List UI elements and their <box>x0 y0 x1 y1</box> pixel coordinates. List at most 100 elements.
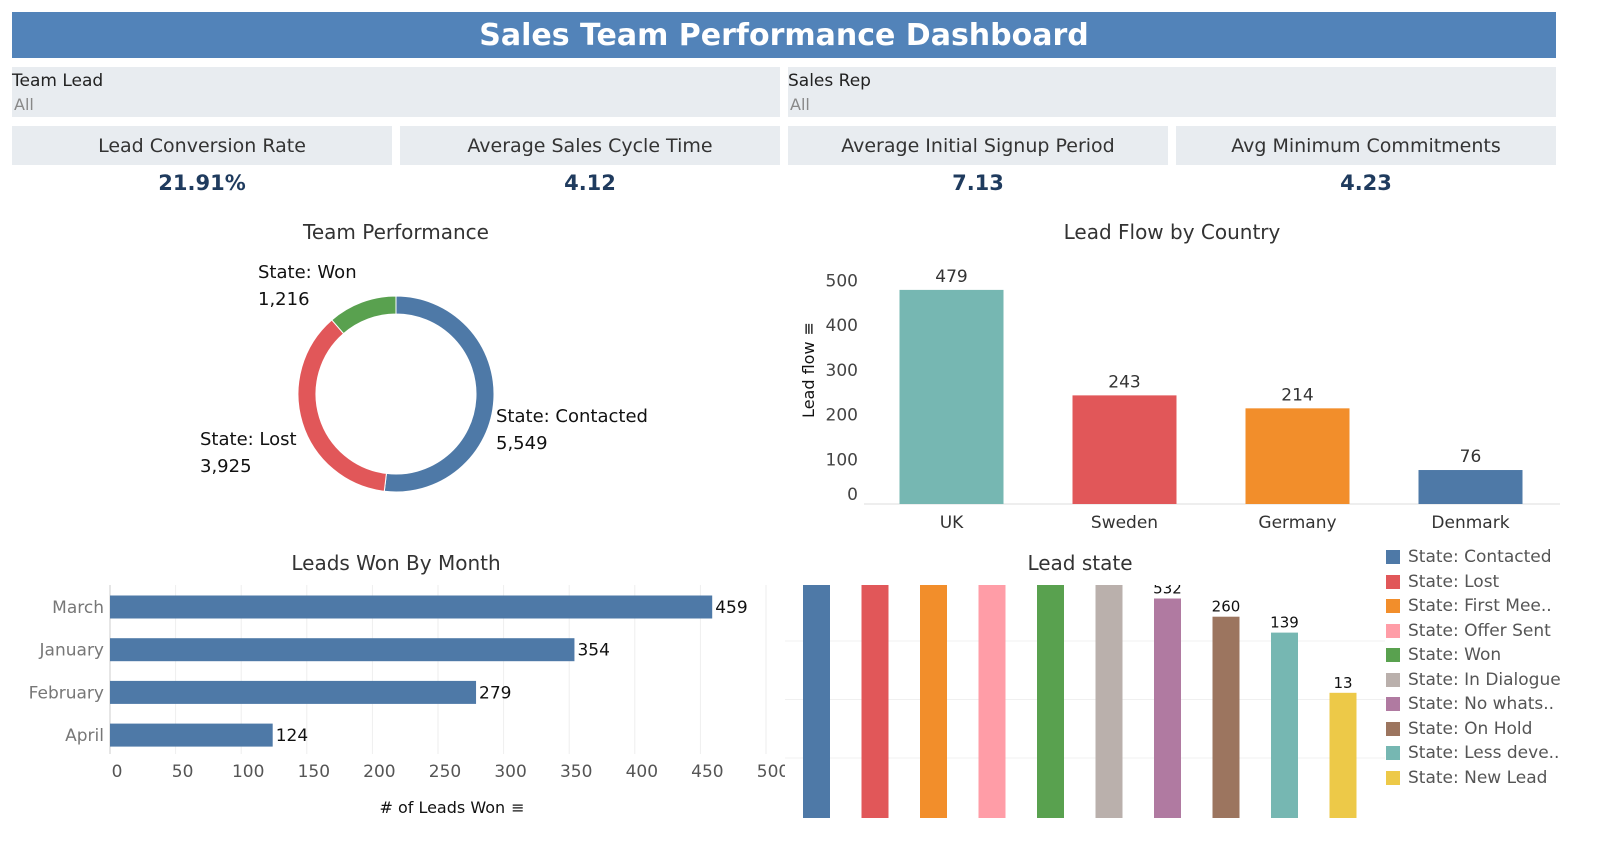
legend-item[interactable]: State: Contacted <box>1386 545 1601 570</box>
leads-won-chart: 0 50 100 150 200 250 300 350 400 450 500 459 March 35… <box>29 585 785 817</box>
kpi-label-sales-cycle: Average Sales Cycle Time <box>400 126 780 165</box>
y-tick-label: 400 <box>826 316 858 336</box>
bar-value-label: 76 <box>1460 447 1482 467</box>
legend-item[interactable]: State: Less deve.. <box>1386 741 1601 766</box>
legend-item[interactable]: State: Lost <box>1386 570 1601 595</box>
legend-swatch <box>1386 697 1400 712</box>
legend-label: State: First Mee.. <box>1408 596 1552 617</box>
legend-item[interactable]: State: Won <box>1386 643 1601 668</box>
legend-item[interactable]: State: In Dialogue <box>1386 668 1601 693</box>
lead-flow-title: Lead Flow by Country <box>1063 220 1281 244</box>
bar-value-label: 13 <box>1333 674 1352 692</box>
legend-swatch <box>1386 648 1400 663</box>
x-tick-label: 400 <box>626 762 658 782</box>
team-performance-title: Team Performance <box>303 220 489 244</box>
bar-february <box>110 680 477 704</box>
lead-flow-chart: 0 100 200 300 400 500 Lead flow≡ 479 UK 243 Sweden… <box>799 267 1560 533</box>
x-tick-label: 0 <box>112 762 123 782</box>
bar-value-label: 124 <box>276 726 308 746</box>
donut-label-state-won: State: Won <box>258 262 357 283</box>
bar-state-won <box>1037 585 1064 818</box>
team-lead-filter[interactable]: Team Lead All <box>12 67 780 117</box>
lead-state-chart: 5,5493,9251,5631,4021,2161,0125322601391… <box>785 585 1385 818</box>
y-tick-label: January <box>39 641 104 661</box>
y-tick-label: April <box>65 726 104 746</box>
bar-state-contacted <box>803 585 830 818</box>
legend-swatch <box>1386 672 1400 687</box>
y-tick-label: 500 <box>826 272 858 292</box>
legend-swatch <box>1386 599 1400 614</box>
donut-label-state-contacted: State: Contacted <box>496 406 648 427</box>
donut-value-state-lost: 3,925 <box>200 456 252 477</box>
legend-item[interactable]: State: New Lead <box>1386 766 1601 791</box>
bar-state-on-hold <box>1212 616 1240 818</box>
bar-value-label: 532 <box>1153 585 1182 598</box>
lead-state-title: Lead state <box>1027 551 1133 575</box>
bar-uk <box>899 289 1004 504</box>
x-tick-label: Denmark <box>1431 513 1509 533</box>
donut-slice-state-won <box>331 295 397 335</box>
legend-item[interactable]: State: Offer Sent <box>1386 619 1601 644</box>
legend-swatch <box>1386 746 1400 761</box>
x-tick-label: 100 <box>232 762 264 782</box>
y-tick-label: 0 <box>847 485 858 505</box>
x-tick-label: 150 <box>298 762 330 782</box>
legend-label: State: Won <box>1408 645 1502 666</box>
bar-state-offer-sent <box>978 585 1006 818</box>
legend-item[interactable]: State: First Mee.. <box>1386 594 1601 619</box>
legend-label: State: Lost <box>1408 571 1500 592</box>
sales-rep-filter[interactable]: Sales Rep All <box>788 67 1556 117</box>
bar-germany <box>1245 408 1350 504</box>
bar-value-label: 354 <box>577 641 609 661</box>
sales-rep-label: Sales Rep <box>788 71 871 91</box>
sort-icon: ≡ <box>799 322 818 335</box>
kpi-value-sales-cycle: 4.12 <box>564 171 616 195</box>
kpi-value-conversion-rate: 21.91% <box>158 171 246 195</box>
bar-value-label: 479 <box>935 267 967 287</box>
legend-swatch <box>1386 721 1400 736</box>
kpi-label-conversion-rate: Lead Conversion Rate <box>12 126 392 165</box>
bar-value-label: 139 <box>1270 614 1299 632</box>
bar-state-in-dialogue <box>1095 585 1123 818</box>
x-tick-label: Sweden <box>1091 513 1158 533</box>
bar-sweden <box>1072 395 1177 504</box>
lead-state-legend: State: Contacted State: Lost State: First … <box>1386 545 1601 790</box>
bar-march <box>110 595 713 619</box>
y-tick-label: 100 <box>826 450 858 470</box>
bar-state-new-lead <box>1329 692 1357 818</box>
legend-item[interactable]: State: On Hold <box>1386 717 1601 742</box>
team-performance-donut: State: Contacted 5,549 State: Lost 3,925 Sta… <box>200 262 648 493</box>
bar-denmark <box>1418 470 1523 504</box>
legend-swatch <box>1386 770 1400 785</box>
legend-label: State: On Hold <box>1408 718 1533 739</box>
kpi-label-signup-period: Average Initial Signup Period <box>788 126 1168 165</box>
bar-state-first-mee <box>920 585 947 818</box>
legend-label: State: In Dialogue <box>1408 669 1561 690</box>
x-tick-label: UK <box>940 513 964 533</box>
y-tick-label: 300 <box>826 361 858 381</box>
y-axis-label: Lead flow≡ <box>799 322 818 418</box>
sort-icon: ≡ <box>511 798 524 817</box>
legend-swatch <box>1386 623 1400 638</box>
donut-value-state-contacted: 5,549 <box>496 433 548 454</box>
legend-item[interactable]: State: No whats.. <box>1386 692 1601 717</box>
donut-slice-state-lost <box>297 319 387 492</box>
team-lead-value[interactable]: All <box>14 95 34 114</box>
x-tick-label: 50 <box>172 762 194 782</box>
donut-slice-state-contacted <box>383 295 495 493</box>
y-tick-label: 200 <box>826 406 858 426</box>
x-tick-label: 450 <box>691 762 723 782</box>
leads-won-title: Leads Won By Month <box>291 551 501 575</box>
bar-value-label: 260 <box>1212 598 1241 616</box>
bar-value-label: 459 <box>715 598 747 618</box>
bar-state-less-deve <box>1271 632 1298 818</box>
bar-value-label: 214 <box>1281 385 1313 405</box>
x-tick-label: Germany <box>1258 513 1336 533</box>
bar-state-no-whats <box>1154 598 1181 818</box>
kpi-value-min-commitments: 4.23 <box>1340 171 1392 195</box>
kpi-label-min-commitments: Avg Minimum Commitments <box>1176 126 1556 165</box>
legend-swatch <box>1386 550 1400 565</box>
sales-rep-value[interactable]: All <box>790 95 810 114</box>
donut-label-state-lost: State: Lost <box>200 429 297 450</box>
bar-april <box>110 723 273 747</box>
